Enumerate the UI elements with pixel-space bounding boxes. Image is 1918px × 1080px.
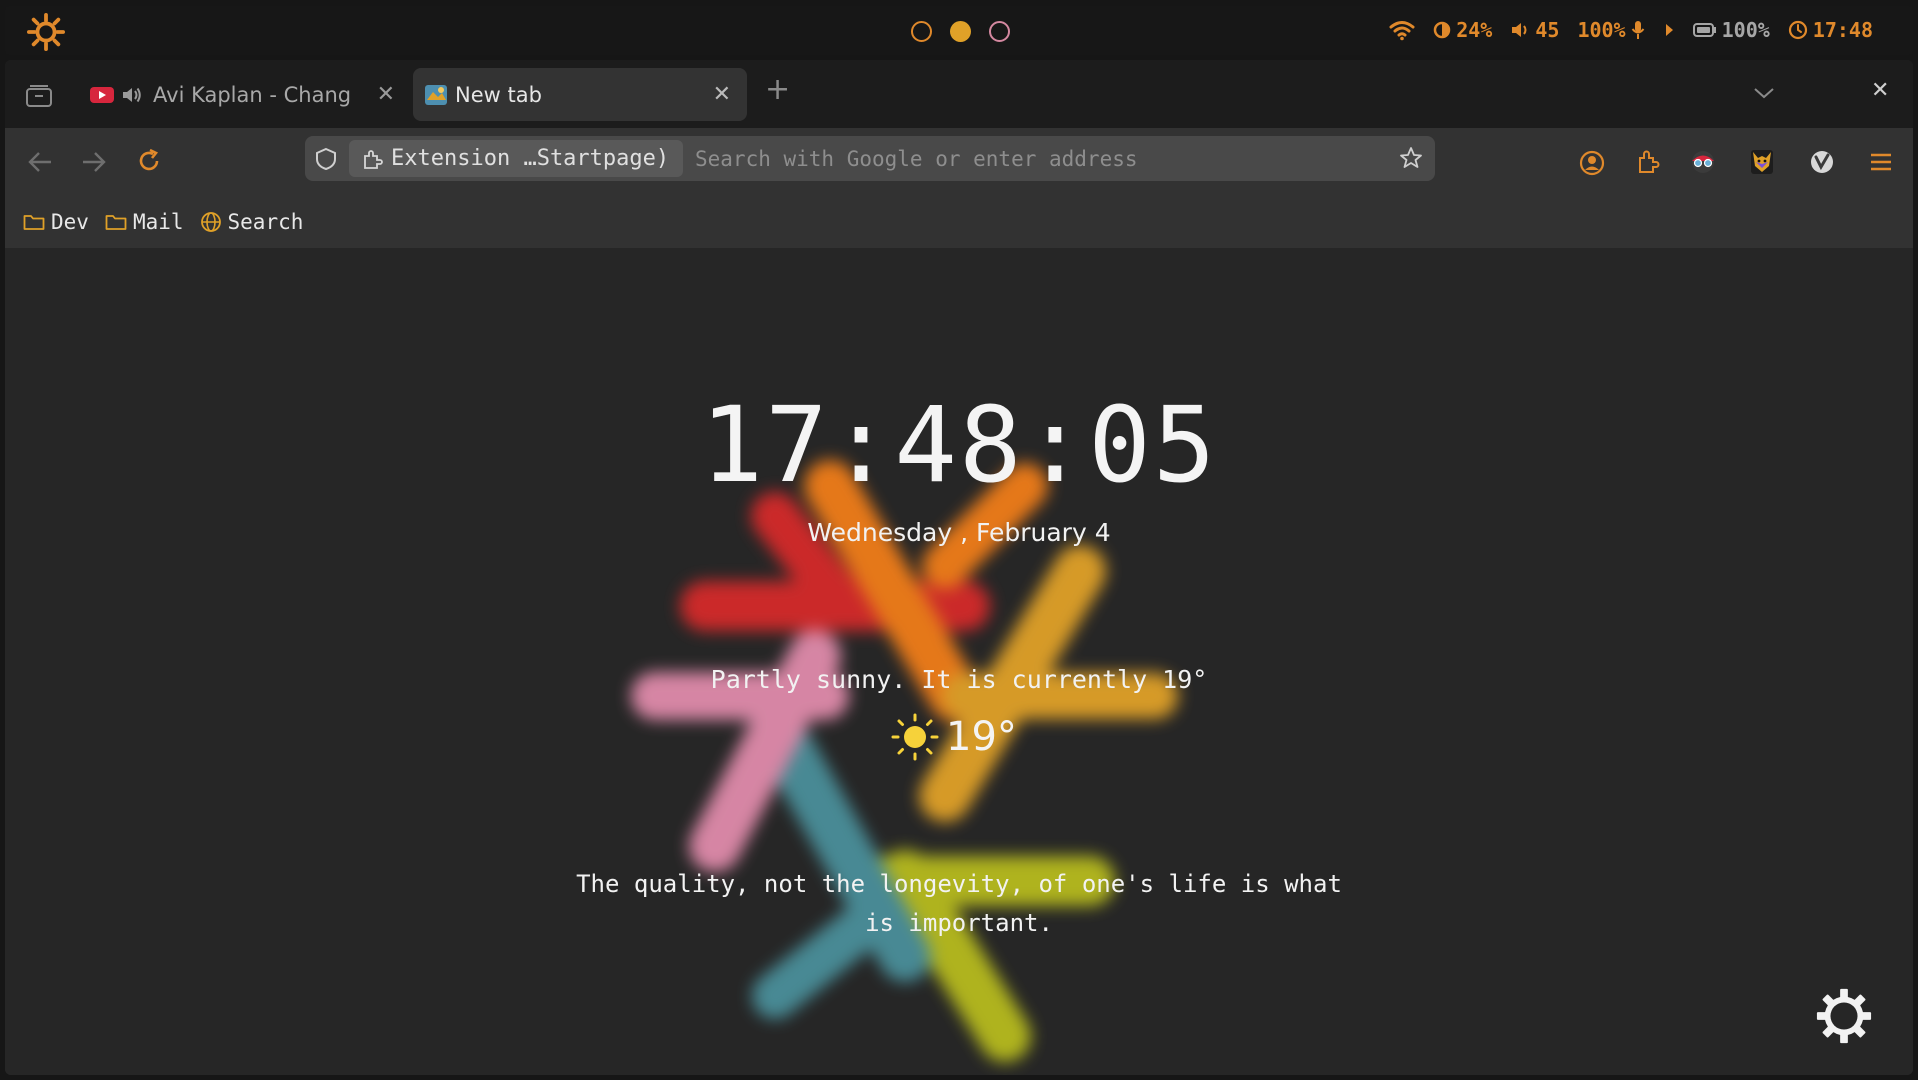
quote-text: The quality, not the longevity, of one's… xyxy=(576,870,1342,937)
sun-icon xyxy=(891,713,939,761)
clock-icon xyxy=(1788,20,1807,40)
extension-label: Extension …Startpage) xyxy=(391,146,670,171)
new-tab-button[interactable]: + xyxy=(765,72,790,107)
hamburger-menu-icon[interactable] xyxy=(1869,152,1893,172)
folder-icon xyxy=(105,215,127,230)
mic-indicator[interactable]: 100% xyxy=(1577,18,1644,42)
folder-icon xyxy=(23,215,45,230)
url-input[interactable] xyxy=(695,136,1375,181)
mic-value: 100% xyxy=(1577,18,1626,42)
microphone-icon xyxy=(1631,21,1644,39)
extension-identity-chip[interactable]: Extension …Startpage) xyxy=(349,140,684,177)
clock-indicator[interactable]: 17:48 xyxy=(1788,18,1873,42)
tab-bar: Avi Kaplan - Chang ✕ New tab ✕ + ✕ xyxy=(5,60,1913,128)
bookmark-search[interactable]: Search xyxy=(200,210,304,234)
bookmarks-toolbar: Dev Mail Search xyxy=(5,196,1913,248)
brightness-icon xyxy=(1433,21,1451,39)
play-icon xyxy=(1665,24,1673,36)
workspace-indicators xyxy=(911,21,1010,42)
tab-youtube[interactable]: Avi Kaplan - Chang ✕ xyxy=(83,68,405,121)
status-area: 24% 45 100% 100% 17:48 xyxy=(1371,18,1873,42)
bookmark-label: Mail xyxy=(132,210,184,234)
bookmark-label: Search xyxy=(227,210,304,234)
wifi-indicator[interactable] xyxy=(1389,19,1415,41)
volume-indicator[interactable]: 45 xyxy=(1510,18,1559,42)
bookmark-folder-mail[interactable]: Mail xyxy=(105,210,184,234)
youtube-icon xyxy=(90,86,114,103)
browser-window: Avi Kaplan - Chang ✕ New tab ✕ + ✕ Exten… xyxy=(5,60,1913,1075)
system-bar: 24% 45 100% 100% 17:48 xyxy=(5,6,1913,55)
workspace-1[interactable] xyxy=(911,21,932,42)
workspace-3[interactable] xyxy=(989,21,1010,42)
account-icon[interactable] xyxy=(1579,150,1605,176)
wifi-icon xyxy=(1389,21,1415,41)
bookmark-folder-dev[interactable]: Dev xyxy=(23,210,89,234)
newtab-icon xyxy=(425,84,447,105)
workspace-2-active[interactable] xyxy=(950,21,971,42)
brightness-value: 24% xyxy=(1456,18,1493,42)
battery-value: 100% xyxy=(1721,18,1770,42)
sun-gear-icon[interactable] xyxy=(27,13,65,51)
temperature-value: 19° xyxy=(946,714,1017,760)
vivaldi-extension-icon[interactable] xyxy=(1809,149,1835,175)
tab-new-tab-active[interactable]: New tab ✕ xyxy=(413,68,747,121)
battery-icon xyxy=(1692,23,1716,37)
startpage-clock: 17:48:05 xyxy=(700,384,1218,506)
startpage: 17:48:05 Wednesday , February 4 Partly s… xyxy=(5,248,1913,1075)
shield-icon[interactable] xyxy=(315,147,337,171)
extensions-icon[interactable] xyxy=(1635,148,1661,176)
weather-widget: 19° xyxy=(890,712,1017,762)
brightness-indicator[interactable]: 24% xyxy=(1433,18,1492,42)
navigation-toolbar: Extension …Startpage) xyxy=(5,128,1913,196)
startpage-date: Wednesday , February 4 xyxy=(807,518,1111,547)
chevron-down-icon[interactable] xyxy=(1753,86,1775,100)
reload-icon[interactable] xyxy=(136,148,162,174)
fox-extension-icon[interactable] xyxy=(1749,148,1775,176)
speaker-icon xyxy=(1512,23,1527,37)
tab-audio-icon[interactable] xyxy=(121,85,143,105)
weather-description: Partly sunny. It is currently 19° xyxy=(710,665,1208,694)
bookmark-star-icon[interactable] xyxy=(1399,146,1423,170)
puzzle-piece-icon xyxy=(364,150,383,169)
close-tab-icon[interactable]: ✕ xyxy=(377,82,395,107)
media-indicator[interactable] xyxy=(1663,22,1675,38)
battery-indicator[interactable]: 100% xyxy=(1692,18,1770,42)
tab-title: New tab xyxy=(455,82,542,107)
system-time: 17:48 xyxy=(1812,18,1873,42)
privacy-badger-icon[interactable] xyxy=(1689,148,1717,176)
settings-gear-icon[interactable] xyxy=(1815,987,1873,1045)
tab-title: Avi Kaplan - Chang xyxy=(153,82,352,107)
volume-value: 45 xyxy=(1535,18,1560,42)
globe-icon xyxy=(200,212,221,232)
bookmark-label: Dev xyxy=(51,210,89,234)
close-window-button[interactable]: ✕ xyxy=(1871,78,1889,103)
tab-manager-icon[interactable] xyxy=(25,84,53,108)
forward-icon[interactable] xyxy=(81,150,107,174)
back-icon[interactable] xyxy=(27,150,53,174)
close-tab-icon[interactable]: ✕ xyxy=(713,82,731,107)
address-bar[interactable]: Extension …Startpage) xyxy=(305,136,1435,181)
